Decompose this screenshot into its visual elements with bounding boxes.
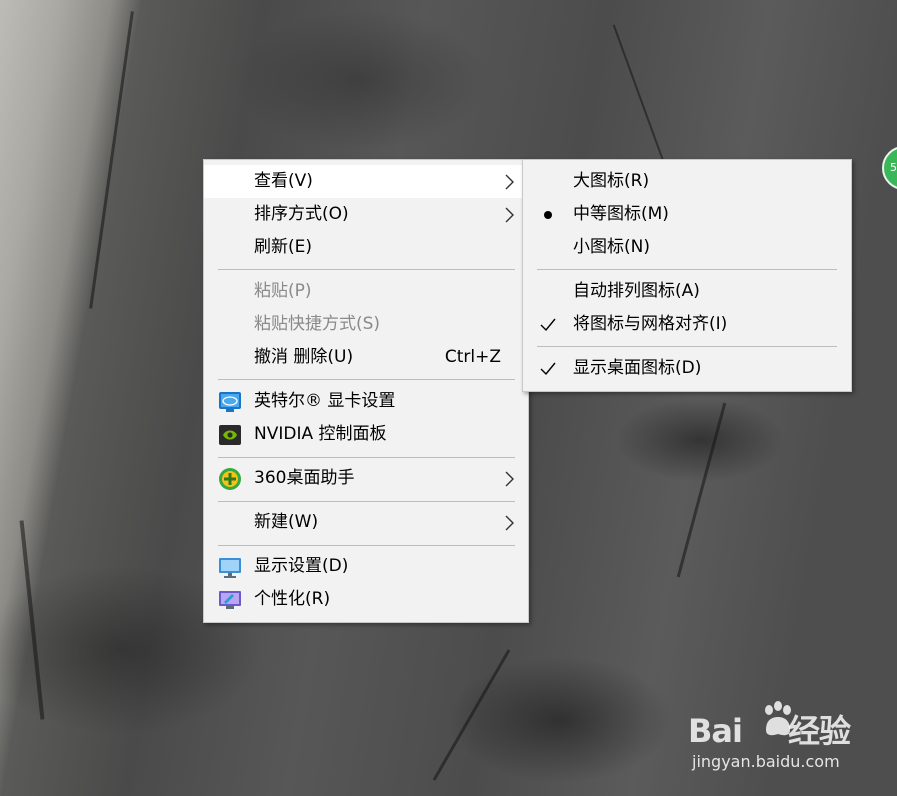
submenu-item-auto-arrange[interactable]: 自动排列图标(A): [523, 275, 851, 308]
menu-item-personalize[interactable]: 个性化(R): [204, 583, 528, 616]
bullet-icon: [544, 211, 552, 219]
intel-graphics-icon: [219, 392, 241, 412]
view-submenu: 大图标(R) 中等图标(M) 小图标(N) 自动排列图标(A) 将图标与网格对齐…: [522, 159, 852, 392]
menu-separator: [218, 457, 515, 458]
menu-item-nvidia[interactable]: NVIDIA 控制面板: [204, 418, 528, 451]
menu-item-label: NVIDIA 控制面板: [254, 424, 387, 444]
menu-item-undo-delete[interactable]: 撤消 删除(U) Ctrl+Z: [204, 341, 528, 374]
submenu-item-medium-icons[interactable]: 中等图标(M): [523, 198, 851, 231]
menu-item-intel-graphics[interactable]: 英特尔® 显卡设置: [204, 385, 528, 418]
rock-crack: [432, 649, 511, 781]
menu-item-label: 360桌面助手: [254, 468, 355, 488]
menu-item-label: 显示桌面图标(D): [573, 358, 702, 378]
menu-separator: [218, 269, 515, 270]
menu-separator: [218, 501, 515, 502]
menu-item-label: 自动排列图标(A): [573, 281, 700, 301]
checkmark-icon: [540, 318, 556, 332]
rock-crack: [89, 11, 134, 309]
menu-item-label: 将图标与网格对齐(I): [573, 314, 728, 334]
paw-icon: [765, 701, 791, 736]
watermark-url: jingyan.baidu.com: [692, 752, 840, 771]
submenu-item-small-icons[interactable]: 小图标(N): [523, 231, 851, 264]
menu-item-label: 粘贴(P): [254, 281, 312, 301]
checkmark-icon: [540, 362, 556, 376]
menu-item-label: 中等图标(M): [573, 204, 669, 224]
menu-separator: [218, 545, 515, 546]
nvidia-icon: [219, 425, 241, 445]
menu-item-label: 刷新(E): [254, 237, 313, 257]
rock-crack: [19, 520, 45, 720]
menu-item-label: 查看(V): [254, 171, 313, 191]
chevron-right-icon: [505, 471, 514, 487]
menu-item-360-assistant[interactable]: 360桌面助手: [204, 462, 528, 495]
baidu-jingyan-watermark: Bai 经验 jingyan.baidu.com: [688, 698, 853, 778]
menu-item-label: 小图标(N): [573, 237, 650, 257]
chevron-right-icon: [505, 515, 514, 531]
menu-item-label: 大图标(R): [573, 171, 650, 191]
menu-item-label: 英特尔® 显卡设置: [254, 391, 396, 411]
menu-item-view[interactable]: 查看(V): [204, 165, 528, 198]
menu-separator: [537, 346, 837, 347]
watermark-logo-right: 经验: [787, 712, 851, 750]
chevron-right-icon: [505, 207, 514, 223]
menu-separator: [218, 379, 515, 380]
menu-item-label: 新建(W): [254, 512, 319, 532]
personalize-monitor-icon: [219, 591, 241, 609]
submenu-item-large-icons[interactable]: 大图标(R): [523, 165, 851, 198]
menu-item-label: 显示设置(D): [254, 556, 349, 576]
menu-separator: [537, 269, 837, 270]
menu-item-label: 粘贴快捷方式(S): [254, 314, 381, 334]
rock-crack: [676, 402, 727, 578]
menu-item-paste-shortcut[interactable]: 粘贴快捷方式(S): [204, 308, 528, 341]
monitor-icon: [219, 558, 241, 578]
menu-item-paste[interactable]: 粘贴(P): [204, 275, 528, 308]
keyboard-shortcut: Ctrl+Z: [444, 347, 501, 367]
desktop-context-menu: 查看(V) 排序方式(O) 刷新(E) 粘贴(P) 粘贴快捷方式(S) 撤消 删…: [203, 159, 529, 623]
menu-item-display-settings[interactable]: 显示设置(D): [204, 550, 528, 583]
menu-item-label: 个性化(R): [254, 589, 331, 609]
chevron-right-icon: [505, 174, 514, 190]
submenu-item-align-grid[interactable]: 将图标与网格对齐(I): [523, 308, 851, 341]
menu-item-sort[interactable]: 排序方式(O): [204, 198, 528, 231]
menu-item-new[interactable]: 新建(W): [204, 506, 528, 539]
menu-item-label: 撤消 删除(U): [254, 347, 354, 367]
watermark-logo-left: Bai: [688, 712, 743, 750]
rock-crack: [612, 24, 670, 176]
360-plus-icon: [219, 468, 241, 490]
menu-item-refresh[interactable]: 刷新(E): [204, 231, 528, 264]
submenu-item-show-desktop-icons[interactable]: 显示桌面图标(D): [523, 352, 851, 385]
badge-text: 5: [890, 161, 897, 174]
menu-item-label: 排序方式(O): [254, 204, 349, 224]
